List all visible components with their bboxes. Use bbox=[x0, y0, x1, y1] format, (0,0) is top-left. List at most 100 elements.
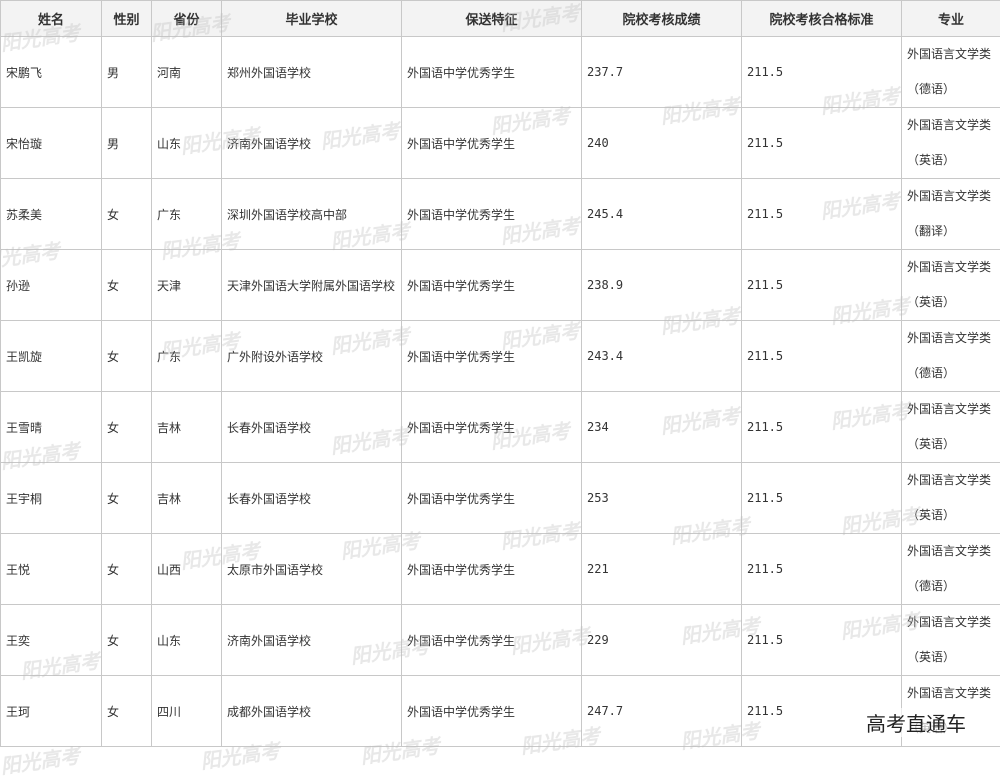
major-category: 外国语言文学类 bbox=[907, 179, 1000, 214]
cell-name: 王宇桐 bbox=[1, 463, 102, 534]
major-category: 外国语言文学类 bbox=[907, 321, 1000, 356]
cell-gender: 女 bbox=[102, 392, 152, 463]
header-feature: 保送特征 bbox=[402, 1, 582, 37]
header-row: 姓名 性别 省份 毕业学校 保送特征 院校考核成绩 院校考核合格标准 专业 bbox=[1, 1, 1000, 37]
cell-major: 外国语言文学类（英语） bbox=[902, 392, 1000, 463]
cell-major: 外国语言文学类（英语） bbox=[902, 463, 1000, 534]
cell-feature: 外国语中学优秀学生 bbox=[402, 108, 582, 179]
cell-gender: 女 bbox=[102, 676, 152, 747]
major-language: （英语） bbox=[907, 143, 1000, 178]
table-row: 苏柔美女广东深圳外国语学校高中部外国语中学优秀学生245.4211.5外国语言文… bbox=[1, 179, 1000, 250]
header-major: 专业 bbox=[902, 1, 1000, 37]
cell-score: 237.7 bbox=[582, 37, 742, 108]
table-row: 王雪晴女吉林长春外国语学校外国语中学优秀学生234211.5外国语言文学类（英语… bbox=[1, 392, 1000, 463]
cell-name: 王奕 bbox=[1, 605, 102, 676]
cell-school: 济南外国语学校 bbox=[222, 108, 402, 179]
major-category: 外国语言文学类 bbox=[907, 463, 1000, 498]
major-category: 外国语言文学类 bbox=[907, 108, 1000, 143]
cell-feature: 外国语中学优秀学生 bbox=[402, 250, 582, 321]
cell-feature: 外国语中学优秀学生 bbox=[402, 321, 582, 392]
cell-gender: 女 bbox=[102, 463, 152, 534]
header-school: 毕业学校 bbox=[222, 1, 402, 37]
major-language: （英语） bbox=[907, 640, 1000, 675]
cell-province: 河南 bbox=[152, 37, 222, 108]
major-language: （德语） bbox=[907, 356, 1000, 391]
cell-major: 外国语言文学类（德语） bbox=[902, 321, 1000, 392]
cell-gender: 女 bbox=[102, 321, 152, 392]
cell-school: 天津外国语大学附属外国语学校 bbox=[222, 250, 402, 321]
cell-school: 郑州外国语学校 bbox=[222, 37, 402, 108]
table-row: 王悦女山西太原市外国语学校外国语中学优秀学生221211.5外国语言文学类（德语… bbox=[1, 534, 1000, 605]
cell-name: 王凯旋 bbox=[1, 321, 102, 392]
major-language: （德语） bbox=[907, 569, 1000, 604]
cell-standard: 211.5 bbox=[742, 463, 902, 534]
table-row: 王宇桐女吉林长春外国语学校外国语中学优秀学生253211.5外国语言文学类（英语… bbox=[1, 463, 1000, 534]
table-body: 宋鹏飞男河南郑州外国语学校外国语中学优秀学生237.7211.5外国语言文学类（… bbox=[1, 37, 1000, 747]
cell-standard: 211.5 bbox=[742, 321, 902, 392]
cell-name: 王悦 bbox=[1, 534, 102, 605]
cell-score: 247.7 bbox=[582, 676, 742, 747]
table-row: 王珂女四川成都外国语学校外国语中学优秀学生247.7211.5外国语言文学类（英… bbox=[1, 676, 1000, 747]
cell-score: 221 bbox=[582, 534, 742, 605]
cell-major: 外国语言文学类（英语） bbox=[902, 250, 1000, 321]
major-category: 外国语言文学类 bbox=[907, 37, 1000, 72]
major-language: （英语） bbox=[907, 711, 1000, 746]
cell-province: 广东 bbox=[152, 179, 222, 250]
cell-major: 外国语言文学类（英语） bbox=[902, 108, 1000, 179]
cell-feature: 外国语中学优秀学生 bbox=[402, 605, 582, 676]
cell-province: 山东 bbox=[152, 605, 222, 676]
cell-feature: 外国语中学优秀学生 bbox=[402, 534, 582, 605]
cell-standard: 211.5 bbox=[742, 534, 902, 605]
cell-major: 外国语言文学类（翻译） bbox=[902, 179, 1000, 250]
cell-score: 240 bbox=[582, 108, 742, 179]
major-language: （翻译） bbox=[907, 214, 1000, 249]
cell-standard: 211.5 bbox=[742, 108, 902, 179]
cell-province: 山东 bbox=[152, 108, 222, 179]
cell-major: 外国语言文学类（德语） bbox=[902, 534, 1000, 605]
header-standard: 院校考核合格标准 bbox=[742, 1, 902, 37]
major-language: （英语） bbox=[907, 427, 1000, 462]
cell-province: 广东 bbox=[152, 321, 222, 392]
cell-standard: 211.5 bbox=[742, 37, 902, 108]
major-category: 外国语言文学类 bbox=[907, 392, 1000, 427]
major-language: （英语） bbox=[907, 498, 1000, 533]
cell-school: 长春外国语学校 bbox=[222, 463, 402, 534]
cell-name: 王雪晴 bbox=[1, 392, 102, 463]
major-language: （英语） bbox=[907, 285, 1000, 320]
cell-gender: 男 bbox=[102, 37, 152, 108]
cell-school: 太原市外国语学校 bbox=[222, 534, 402, 605]
admission-table: 姓名 性别 省份 毕业学校 保送特征 院校考核成绩 院校考核合格标准 专业 宋鹏… bbox=[0, 0, 1000, 747]
cell-name: 孙逊 bbox=[1, 250, 102, 321]
cell-major: 外国语言文学类（英语） bbox=[902, 605, 1000, 676]
cell-province: 吉林 bbox=[152, 463, 222, 534]
cell-standard: 211.5 bbox=[742, 605, 902, 676]
header-province: 省份 bbox=[152, 1, 222, 37]
cell-gender: 男 bbox=[102, 108, 152, 179]
cell-name: 宋怡璇 bbox=[1, 108, 102, 179]
cell-gender: 女 bbox=[102, 605, 152, 676]
cell-score: 245.4 bbox=[582, 179, 742, 250]
header-name: 姓名 bbox=[1, 1, 102, 37]
table-row: 王奕女山东济南外国语学校外国语中学优秀学生229211.5外国语言文学类（英语） bbox=[1, 605, 1000, 676]
cell-name: 宋鹏飞 bbox=[1, 37, 102, 108]
cell-score: 234 bbox=[582, 392, 742, 463]
cell-province: 天津 bbox=[152, 250, 222, 321]
cell-feature: 外国语中学优秀学生 bbox=[402, 179, 582, 250]
cell-gender: 女 bbox=[102, 250, 152, 321]
cell-province: 吉林 bbox=[152, 392, 222, 463]
cell-standard: 211.5 bbox=[742, 179, 902, 250]
major-category: 外国语言文学类 bbox=[907, 605, 1000, 640]
cell-score: 253 bbox=[582, 463, 742, 534]
cell-name: 苏柔美 bbox=[1, 179, 102, 250]
cell-feature: 外国语中学优秀学生 bbox=[402, 392, 582, 463]
table-row: 王凯旋女广东广外附设外语学校外国语中学优秀学生243.4211.5外国语言文学类… bbox=[1, 321, 1000, 392]
cell-standard: 211.5 bbox=[742, 250, 902, 321]
table-row: 宋怡璇男山东济南外国语学校外国语中学优秀学生240211.5外国语言文学类（英语… bbox=[1, 108, 1000, 179]
cell-feature: 外国语中学优秀学生 bbox=[402, 37, 582, 108]
major-category: 外国语言文学类 bbox=[907, 250, 1000, 285]
header-score: 院校考核成绩 bbox=[582, 1, 742, 37]
cell-province: 山西 bbox=[152, 534, 222, 605]
cell-name: 王珂 bbox=[1, 676, 102, 747]
major-category: 外国语言文学类 bbox=[907, 534, 1000, 569]
cell-gender: 女 bbox=[102, 179, 152, 250]
